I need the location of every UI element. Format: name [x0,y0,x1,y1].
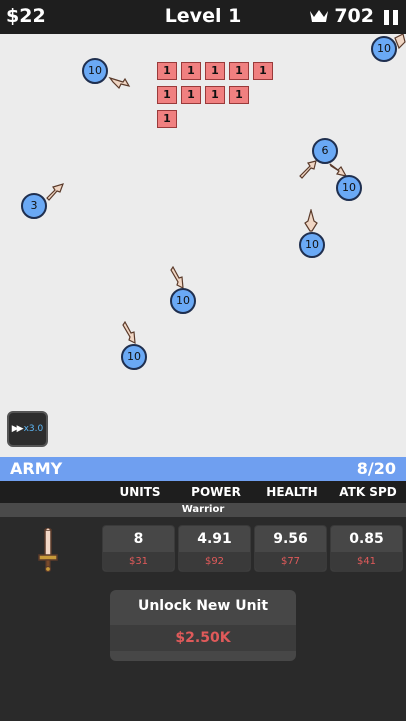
unlock-new-unit-button[interactable]: Unlock New Unit $2.50K [110,590,296,661]
unit-circle: 10 [371,36,397,62]
upgrade-power-button[interactable]: 4.91 $92 [178,525,251,572]
brick: 1 [253,62,273,80]
upgrade-units-button[interactable]: 8 $31 [102,525,175,572]
units-value: 8 [133,531,144,547]
unit-circle: 10 [82,58,108,84]
brick: 1 [229,62,249,80]
upgrade-health-button[interactable]: 9.56 $77 [254,525,327,572]
atk-spd-value: 0.85 [349,531,384,547]
unit-circle: 6 [312,138,338,164]
brick: 1 [157,110,177,128]
top-bar: $22 Level 1 702 [0,0,406,34]
health-value: 9.56 [273,531,308,547]
brick: 1 [181,62,201,80]
power-cost: $92 [179,552,250,571]
header-power: POWER [191,485,241,499]
unit-class-label: Warrior [0,503,406,517]
brick: 1 [205,86,225,104]
unit-circle: 3 [21,193,47,219]
brick: 1 [229,86,249,104]
army-count: 8/20 [356,459,396,478]
unit-circle: 10 [121,344,147,370]
units-cost: $31 [103,552,174,571]
unit-circle: 10 [170,288,196,314]
speed-button[interactable]: ▶▶ x3.0 [7,411,48,447]
warrior-sword-icon [38,528,58,572]
unlock-price: $2.50K [110,625,296,651]
army-bar: ARMY 8/20 [0,457,406,481]
sword-icon [304,209,318,232]
score-display: 702 [309,5,374,27]
score-value: 702 [334,5,374,27]
header-health: HEALTH [266,485,318,499]
army-title: ARMY [10,459,63,478]
brick: 1 [157,86,177,104]
crown-icon [310,10,329,22]
brick: 1 [157,62,177,80]
power-value: 4.91 [197,531,232,547]
sword-icon [46,183,64,201]
sword-icon [170,266,184,290]
brick: 1 [205,62,225,80]
speed-multiplier: x3.0 [23,424,44,434]
unlock-title: Unlock New Unit [137,598,269,614]
unit-circle: 10 [336,175,362,201]
fast-forward-icon: ▶▶ [11,424,24,434]
stat-headers: UNITS POWER HEALTH ATK SPD [0,481,406,503]
atk-spd-cost: $41 [331,552,402,571]
pause-icon[interactable] [384,10,398,25]
upgrade-atk-spd-button[interactable]: 0.85 $41 [330,525,403,572]
header-atk-spd: ATK SPD [339,485,397,499]
unit-circle: 10 [299,232,325,258]
sword-icon [108,76,131,90]
game-field[interactable]: 1 1 1 1 1 1 1 1 1 1 10 10 6 10 3 10 10 1… [0,34,406,457]
brick: 1 [181,86,201,104]
header-units: UNITS [119,485,161,499]
health-cost: $77 [255,552,326,571]
sword-icon [122,321,136,345]
